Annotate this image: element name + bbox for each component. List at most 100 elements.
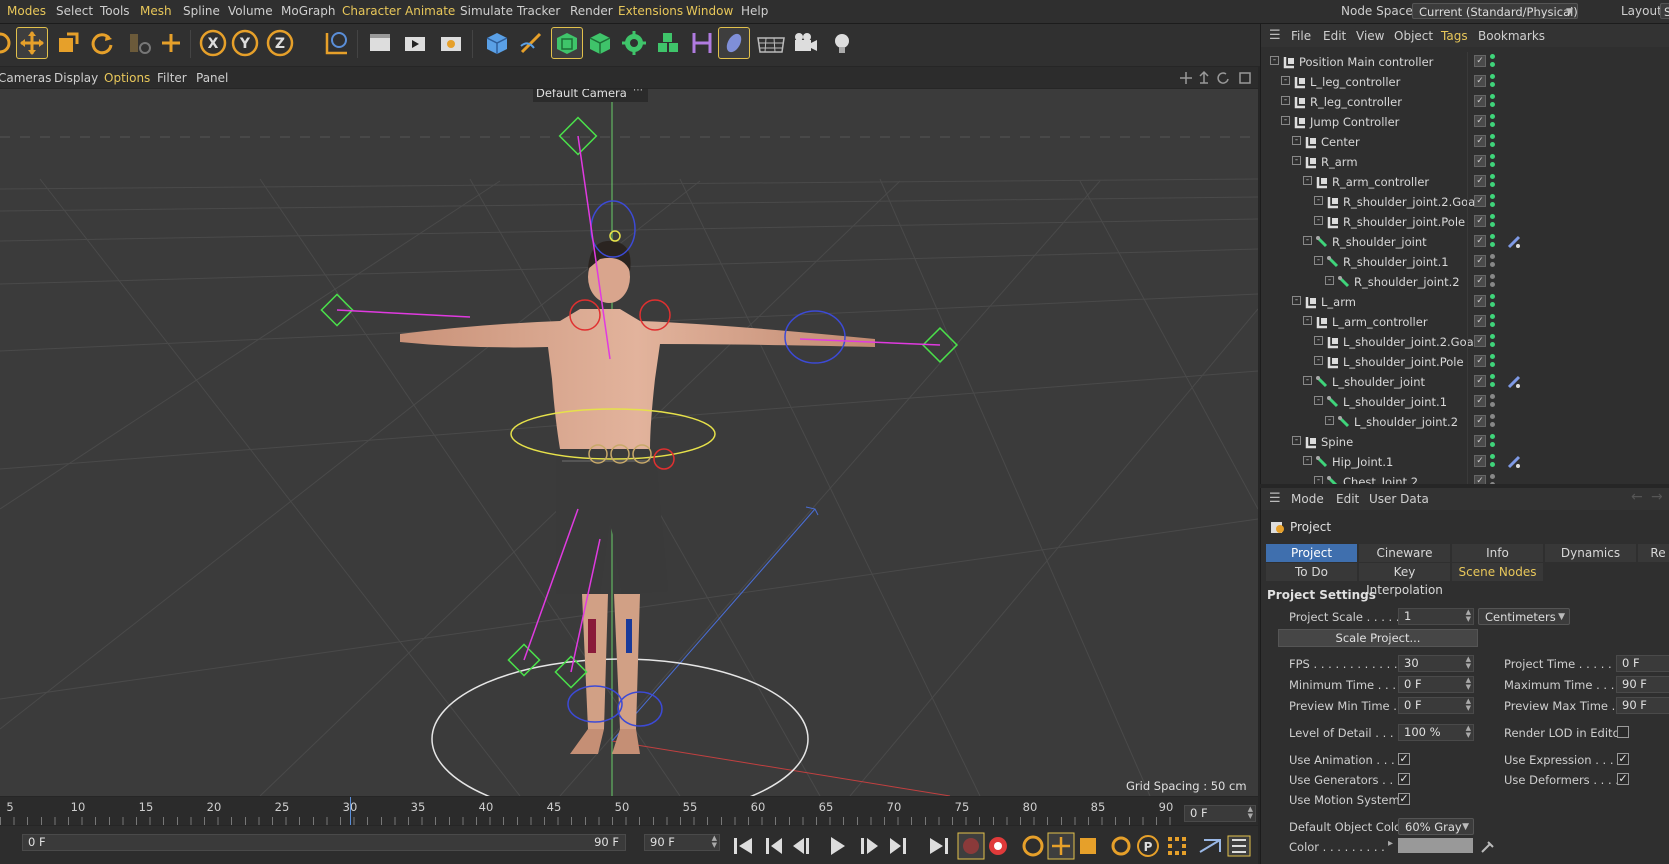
preview-range-slider[interactable]: 0 F 90 F bbox=[22, 834, 626, 851]
layout-dropdown[interactable]: St bbox=[1660, 3, 1669, 19]
visibility-dots-icon[interactable] bbox=[1490, 234, 1496, 248]
tree-expander-icon[interactable]: - bbox=[1270, 56, 1279, 65]
object-tree-row[interactable]: - L_shoulder_joint ✓ bbox=[1261, 372, 1669, 392]
object-tree-row[interactable]: - L_leg_controller ✓ bbox=[1261, 72, 1669, 92]
stepper-icon[interactable]: ▲ ▼ bbox=[1466, 725, 1471, 739]
tree-expander-icon[interactable]: - bbox=[1303, 376, 1312, 385]
color-swatch[interactable] bbox=[1398, 838, 1473, 853]
menu-simulate[interactable]: Simulate bbox=[460, 4, 513, 18]
object-tree-row[interactable]: - Hip_Joint.1 ✓ bbox=[1261, 452, 1669, 472]
tree-expander-icon[interactable]: - bbox=[1303, 236, 1312, 245]
visibility-dots-icon[interactable] bbox=[1490, 454, 1496, 468]
editor-toggle-icon[interactable]: ✓ bbox=[1474, 255, 1486, 267]
tree-expander-icon[interactable]: - bbox=[1314, 336, 1323, 345]
tree-expander-icon[interactable]: - bbox=[1314, 216, 1323, 225]
object-tree-row[interactable]: - Center ✓ bbox=[1261, 132, 1669, 152]
editor-toggle-icon[interactable]: ✓ bbox=[1474, 475, 1486, 484]
editor-toggle-icon[interactable]: ✓ bbox=[1474, 235, 1486, 247]
menu-spline[interactable]: Spline bbox=[183, 4, 220, 18]
editor-toggle-icon[interactable]: ✓ bbox=[1474, 295, 1486, 307]
floor-environment-icon[interactable] bbox=[755, 27, 787, 59]
visibility-dots-icon[interactable] bbox=[1490, 354, 1496, 368]
tab-project-settings[interactable]: Project Settings bbox=[1266, 544, 1357, 578]
editor-toggle-icon[interactable]: ✓ bbox=[1474, 355, 1486, 367]
tree-expander-icon[interactable]: - bbox=[1314, 396, 1323, 405]
use-expression-checkbox[interactable]: ✓ bbox=[1617, 753, 1629, 765]
ik-tag-icon[interactable] bbox=[1507, 375, 1521, 389]
tree-expander-icon[interactable]: - bbox=[1303, 316, 1312, 325]
project-time-field[interactable]: 0 F bbox=[1616, 655, 1669, 672]
om-menu-view[interactable]: View bbox=[1356, 29, 1384, 43]
editor-toggle-icon[interactable]: ✓ bbox=[1474, 135, 1486, 147]
hamburger-menu-icon[interactable]: ☰ bbox=[1269, 28, 1281, 43]
render-settings-icon[interactable] bbox=[435, 27, 467, 59]
object-tree-row[interactable]: - L_shoulder_joint.Pole ✓ bbox=[1261, 352, 1669, 372]
playhead[interactable] bbox=[350, 797, 351, 825]
tree-expander-icon[interactable]: - bbox=[1292, 436, 1301, 445]
editor-toggle-icon[interactable]: ✓ bbox=[1474, 195, 1486, 207]
visibility-dots-icon[interactable] bbox=[1490, 314, 1496, 328]
menu-help[interactable]: Help bbox=[741, 4, 768, 18]
subdivision-generator-icon[interactable] bbox=[551, 27, 583, 59]
object-tree-row[interactable]: - R_shoulder_joint.Pole ✓ bbox=[1261, 212, 1669, 232]
hamburger-menu-icon[interactable]: ☰ bbox=[1269, 491, 1281, 506]
playback-controls[interactable]: P bbox=[730, 832, 1260, 860]
timeline-ruler[interactable]: 5 10 15 20 25 30 35 40 45 50 55 60 65 70… bbox=[0, 797, 1258, 825]
stepper-icon[interactable]: ▲ ▼ bbox=[712, 835, 717, 849]
visibility-dots-icon[interactable] bbox=[1490, 374, 1496, 388]
editor-toggle-icon[interactable]: ✓ bbox=[1474, 75, 1486, 87]
object-tree-row[interactable]: - R_arm_controller ✓ bbox=[1261, 172, 1669, 192]
tab-scene-nodes[interactable]: Scene Nodes bbox=[1452, 563, 1543, 581]
scale-project-button[interactable]: Scale Project... bbox=[1278, 629, 1478, 647]
menu-volume[interactable]: Volume bbox=[228, 4, 273, 18]
render-to-picture-viewer-icon[interactable] bbox=[399, 27, 431, 59]
editor-toggle-icon[interactable]: ✓ bbox=[1474, 415, 1486, 427]
object-tree-row[interactable]: - Spine ✓ bbox=[1261, 432, 1669, 452]
stepper-icon[interactable]: ▲ ▼ bbox=[1466, 609, 1471, 623]
tree-expander-icon[interactable]: - bbox=[1325, 416, 1334, 425]
om-menu-bookmarks[interactable]: Bookmarks bbox=[1478, 29, 1545, 43]
project-scale-unit-dropdown[interactable]: Centimeters ▼ bbox=[1478, 608, 1570, 625]
recent-tool-icon[interactable] bbox=[124, 27, 156, 59]
menu-tools[interactable]: Tools bbox=[100, 4, 130, 18]
am-menu-user-data[interactable]: User Data bbox=[1369, 492, 1429, 506]
back-arrow-icon[interactable]: ← bbox=[1631, 489, 1643, 505]
camera-object-icon[interactable] bbox=[790, 27, 822, 59]
editor-toggle-icon[interactable]: ✓ bbox=[1474, 335, 1486, 347]
visibility-dots-icon[interactable] bbox=[1490, 434, 1496, 448]
rotate-tool-icon[interactable] bbox=[86, 27, 118, 59]
visibility-dots-icon[interactable] bbox=[1490, 114, 1496, 128]
end-frame-field[interactable]: 90 F ▲ ▼ bbox=[644, 834, 720, 851]
tree-expander-icon[interactable]: - bbox=[1325, 276, 1334, 285]
camera-label-box[interactable]: Default Camera ⋯ bbox=[533, 89, 648, 102]
menu-modes[interactable]: Modes bbox=[7, 4, 46, 18]
visibility-dots-icon[interactable] bbox=[1490, 94, 1496, 108]
object-tree-row[interactable]: - L_arm ✓ bbox=[1261, 292, 1669, 312]
editor-toggle-icon[interactable]: ✓ bbox=[1474, 95, 1486, 107]
use-generators-checkbox[interactable]: ✓ bbox=[1398, 773, 1410, 785]
menu-character[interactable]: Character bbox=[342, 4, 401, 18]
tree-expander-icon[interactable]: - bbox=[1292, 136, 1301, 145]
extrude-generator-icon[interactable] bbox=[584, 27, 616, 59]
camera-switch-icon[interactable]: ⋯ bbox=[633, 89, 643, 96]
object-tree-row[interactable]: - R_shoulder_joint.1 ✓ bbox=[1261, 252, 1669, 272]
tree-expander-icon[interactable]: - bbox=[1314, 196, 1323, 205]
visibility-dots-icon[interactable] bbox=[1490, 174, 1496, 188]
menu-animate[interactable]: Animate bbox=[405, 4, 455, 18]
node-space-dropdown[interactable]: Current (Standard/Physical) ▼ bbox=[1412, 3, 1578, 19]
viewport-menu-cameras[interactable]: Cameras bbox=[0, 71, 51, 85]
y-axis-lock-icon[interactable]: Y bbox=[229, 27, 261, 59]
tab-to-do[interactable]: To Do bbox=[1266, 563, 1357, 581]
tree-expander-icon[interactable]: - bbox=[1314, 356, 1323, 365]
stepper-icon[interactable]: ▲ ▼ bbox=[1466, 677, 1471, 691]
use-animation-checkbox[interactable]: ✓ bbox=[1398, 753, 1410, 765]
editor-toggle-icon[interactable]: ✓ bbox=[1474, 155, 1486, 167]
mograph-cloner-icon[interactable] bbox=[652, 27, 684, 59]
tree-expander-icon[interactable]: - bbox=[1314, 256, 1323, 265]
editor-toggle-icon[interactable]: ✓ bbox=[1474, 175, 1486, 187]
visibility-dots-icon[interactable] bbox=[1490, 154, 1496, 168]
menu-select[interactable]: Select bbox=[56, 4, 93, 18]
use-deformers-checkbox[interactable]: ✓ bbox=[1617, 773, 1629, 785]
editor-toggle-icon[interactable]: ✓ bbox=[1474, 275, 1486, 287]
visibility-dots-icon[interactable] bbox=[1490, 274, 1496, 288]
